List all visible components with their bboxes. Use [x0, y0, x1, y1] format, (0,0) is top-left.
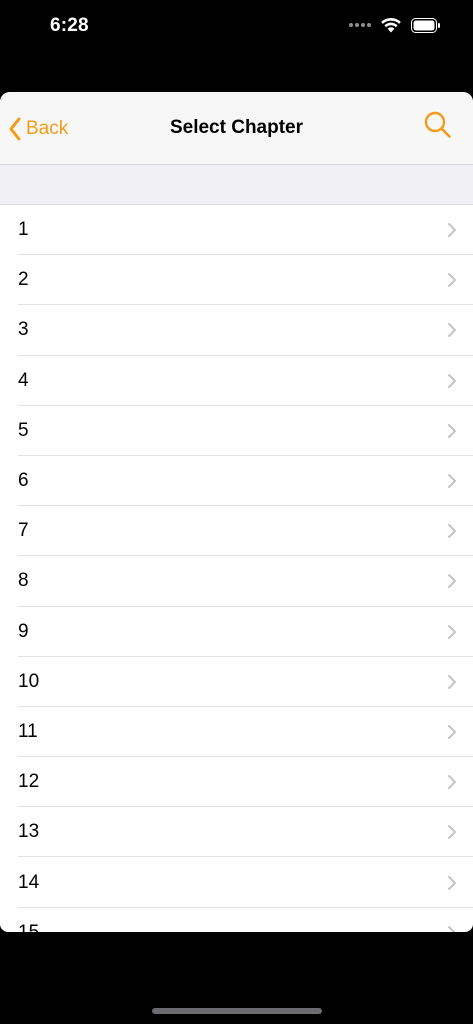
- chevron-right-icon: [448, 423, 456, 438]
- search-button[interactable]: [423, 110, 453, 140]
- chevron-right-icon: [448, 925, 456, 932]
- chevron-right-icon: [448, 875, 456, 890]
- chapter-row[interactable]: 12: [0, 757, 473, 808]
- chapter-label: 6: [18, 470, 29, 492]
- chevron-right-icon: [448, 223, 456, 238]
- chevron-right-icon: [448, 775, 456, 790]
- chapter-label: 11: [18, 720, 38, 742]
- chevron-right-icon: [448, 574, 456, 589]
- chevron-right-icon: [448, 825, 456, 840]
- chapter-label: 2: [18, 269, 29, 291]
- wifi-icon: [381, 17, 401, 33]
- chapter-row[interactable]: 1: [0, 205, 473, 256]
- chevron-right-icon: [448, 474, 456, 489]
- chevron-right-icon: [448, 273, 456, 288]
- chapter-row[interactable]: 11: [0, 707, 473, 758]
- chapter-sheet: Back Select Chapter 12345678910111213141…: [0, 92, 473, 932]
- chapter-row[interactable]: 10: [0, 657, 473, 708]
- chapter-list: 123456789101112131415: [0, 205, 473, 932]
- chevron-right-icon: [448, 674, 456, 689]
- chapter-row[interactable]: 6: [0, 456, 473, 507]
- chapter-row[interactable]: 8: [0, 556, 473, 607]
- cellular-signal-icon: [349, 23, 371, 27]
- chapter-label: 4: [18, 369, 29, 391]
- chapter-label: 15: [18, 922, 39, 932]
- chapter-row[interactable]: 3: [0, 305, 473, 356]
- chapter-row[interactable]: 2: [0, 255, 473, 306]
- chevron-right-icon: [448, 624, 456, 639]
- chapter-row[interactable]: 5: [0, 406, 473, 457]
- chevron-right-icon: [448, 373, 456, 388]
- chapter-label: 14: [18, 871, 40, 893]
- status-time: 6:28: [50, 15, 89, 36]
- navigation-bar: Back Select Chapter: [0, 92, 473, 165]
- home-indicator[interactable]: [152, 1008, 322, 1014]
- chapter-row[interactable]: 15: [0, 908, 473, 932]
- chevron-right-icon: [448, 524, 456, 539]
- battery-icon: [411, 17, 440, 33]
- chevron-right-icon: [448, 323, 456, 338]
- chevron-right-icon: [448, 724, 456, 739]
- search-icon: [424, 111, 451, 138]
- chapter-row[interactable]: 9: [0, 607, 473, 657]
- chapter-label: 13: [18, 821, 40, 843]
- chapter-label: 5: [18, 419, 29, 441]
- chapter-row[interactable]: 13: [0, 807, 473, 858]
- chapter-row[interactable]: 7: [0, 506, 473, 557]
- section-header: [0, 165, 473, 205]
- chapter-label: 10: [18, 670, 40, 692]
- chapter-label: 12: [18, 771, 40, 793]
- chapter-row[interactable]: 4: [0, 356, 473, 406]
- screen: 6:28 Back Select Chapter 1 2 3 4 5 6 7 8…: [0, 0, 473, 1024]
- chapter-label: 1: [18, 219, 29, 241]
- chapter-row[interactable]: 14: [0, 857, 473, 908]
- chapter-label: 9: [18, 620, 29, 642]
- chapter-label: 7: [18, 520, 29, 542]
- chapter-label: 8: [18, 570, 29, 592]
- status-indicators: [349, 17, 441, 33]
- status-bar: 6:28: [0, 0, 473, 54]
- chapter-label: 3: [18, 319, 29, 341]
- page-title: Select Chapter: [169, 117, 304, 138]
